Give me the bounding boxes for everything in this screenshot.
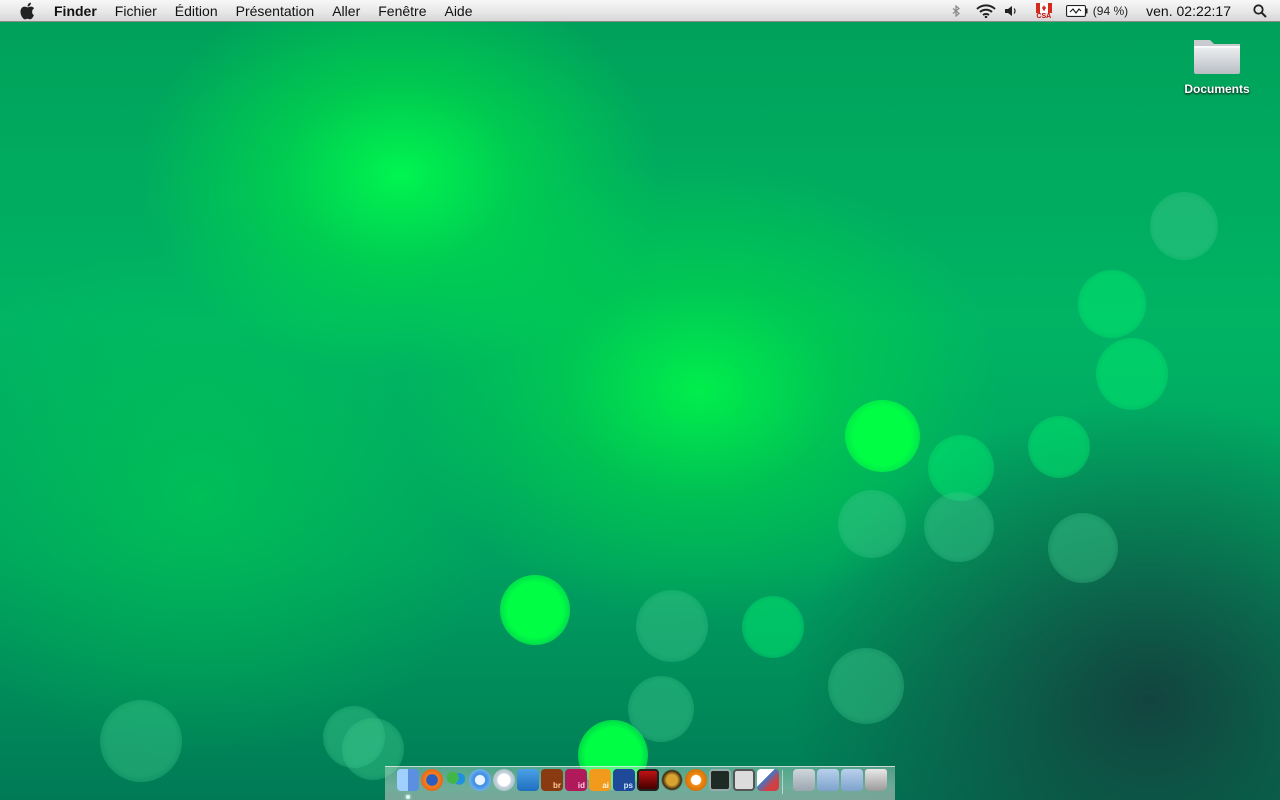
running-app-indicator [406,795,410,799]
apple-menu-icon[interactable] [19,2,35,19]
wallpaper-bokeh [100,700,182,782]
wallpaper-bokeh [1028,416,1090,478]
dock-bridge-icon[interactable]: br [541,769,563,791]
folder-icon [1192,34,1242,76]
dock-activity-monitor-icon[interactable] [709,769,731,791]
bluetooth-icon[interactable] [949,0,963,22]
wallpaper-bokeh [1096,338,1168,410]
wifi-icon[interactable] [975,0,997,22]
menu-aller[interactable]: Aller [323,0,369,22]
menu-aide[interactable]: Aide [435,0,481,22]
menu-fenetre[interactable]: Fenêtre [369,0,435,22]
battery-icon[interactable] [1065,0,1089,22]
battery-percentage: (94 %) [1092,4,1129,18]
status-menus: CSA (94 %) ven. 02:22:17 [949,0,1280,22]
dock-item-label: br [553,781,561,790]
menu-presentation[interactable]: Présentation [227,0,324,22]
dock-preview-icon[interactable] [757,769,779,791]
wallpaper-bokeh [742,596,804,658]
dock-applications-folder-icon[interactable] [793,769,815,791]
volume-icon[interactable] [1003,0,1019,22]
dock-half-life-icon[interactable] [685,769,707,791]
wallpaper-bokeh [1078,270,1146,338]
dock-grapher-icon[interactable] [661,769,683,791]
dock-documents-stack-icon[interactable] [817,769,839,791]
dock-separator [782,770,783,794]
wallpaper-bokeh [1048,513,1118,583]
dock-item-label: id [577,781,585,790]
menu-edition[interactable]: Édition [166,0,227,22]
wallpaper-bokeh [828,648,904,724]
dock-finder-icon[interactable] [397,769,419,791]
dock-firefox-icon[interactable] [421,769,443,791]
dock-indesign-icon[interactable]: id [565,769,587,791]
dock-illustrator-icon[interactable]: ai [589,769,611,791]
wallpaper-bokeh [636,590,708,662]
wallpaper-bokeh [1150,192,1218,260]
desktop-icon-label: Documents [1184,82,1250,96]
spotlight-search-icon[interactable] [1252,0,1268,22]
menubar-clock[interactable]: ven. 02:22:17 [1146,3,1231,19]
dock-messenger-icon[interactable] [445,769,467,791]
dock-photo-booth-icon[interactable] [637,769,659,791]
menu-bar: Finder Fichier Édition Présentation Alle… [0,0,1280,22]
dock-downloads-stack-icon[interactable] [841,769,863,791]
wallpaper-bokeh [628,676,694,742]
input-source-label: CSA [1036,12,1052,20]
dock-safari-icon[interactable] [493,769,515,791]
dock-trash-icon[interactable] [865,769,887,791]
wallpaper-bokeh [924,492,994,562]
input-source-flag-icon[interactable]: CSA [1035,0,1053,22]
dock-item-label: ai [602,781,609,790]
wallpaper-bokeh [500,575,570,645]
desktop-icon-documents[interactable]: Documents [1176,34,1258,96]
wallpaper-bokeh [838,490,906,558]
dock-wunderlist-icon[interactable] [517,769,539,791]
menu-app-finder[interactable]: Finder [51,0,106,22]
dock-item-label: ps [623,781,633,790]
dock-system-profiler-icon[interactable] [733,769,755,791]
menu-fichier[interactable]: Fichier [106,0,166,22]
desktop-wallpaper [0,0,1280,800]
dock-photoshop-icon[interactable]: ps [613,769,635,791]
dock-itunes-icon[interactable] [469,769,491,791]
wallpaper-bokeh [845,400,920,472]
